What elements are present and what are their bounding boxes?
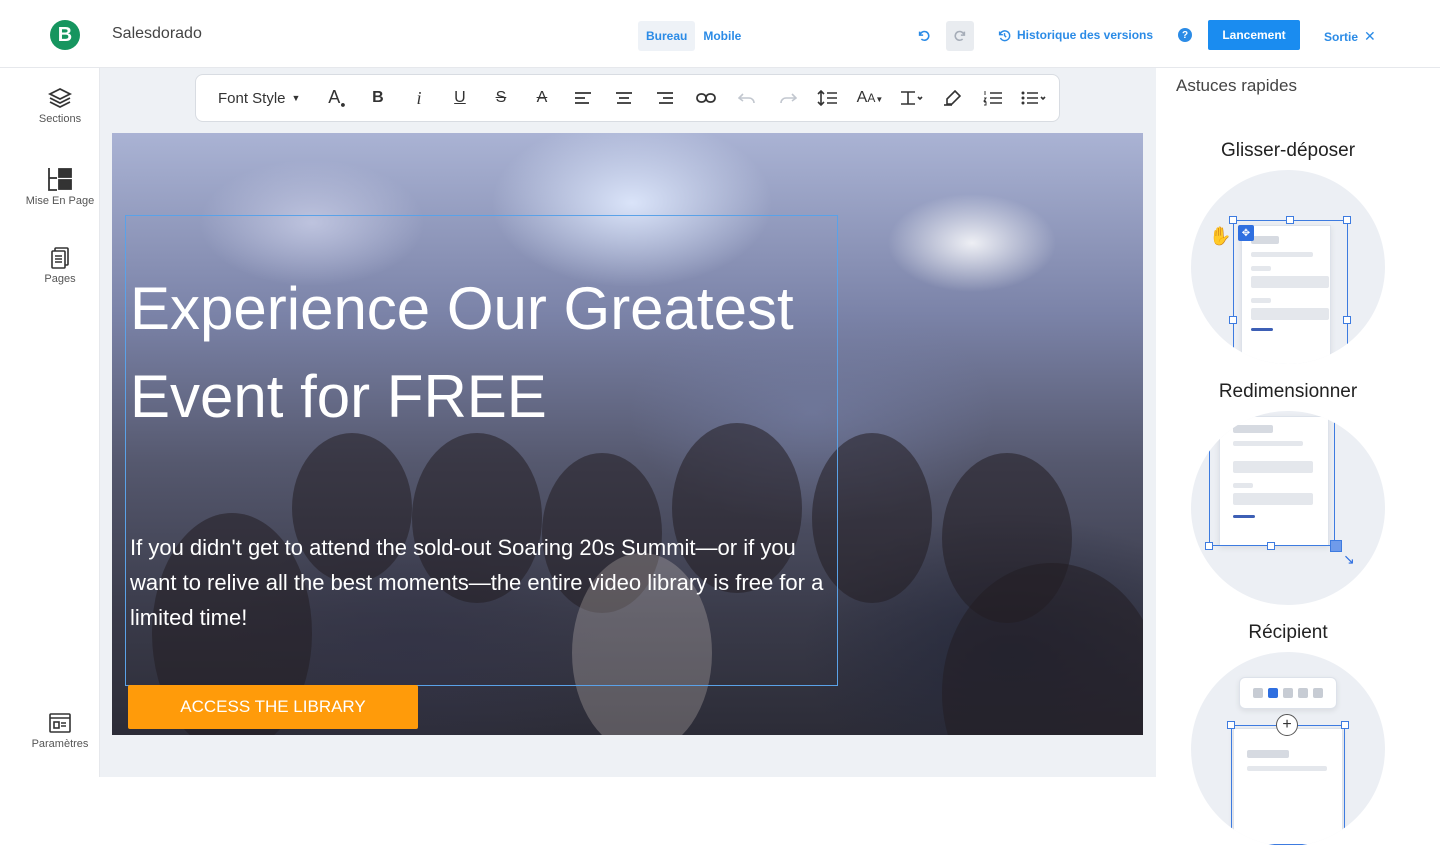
quick-tips-title: Astuces rapides [1176,76,1297,95]
sidebar-item-label: Paramètres [31,738,89,750]
layout-icon [48,168,72,191]
hero-title[interactable]: Experience Our Greatest Event for FREE [130,265,830,441]
font-style-dropdown[interactable]: Font Style ▼ [218,90,300,107]
strikethrough-icon: S [495,89,507,106]
clear-format-button[interactable]: A [521,83,562,113]
undo-button[interactable] [910,21,938,51]
sidebar-item-layout[interactable]: Mise En Page [20,166,100,207]
align-center-icon [615,92,632,104]
align-center-button[interactable] [603,83,644,113]
view-toggle: Bureau Mobile [638,21,749,51]
redo-button[interactable] [946,21,974,51]
top-bar: B Salesdorado Bureau Mobile Historique d… [0,0,1440,68]
text-toolbar: Font Style ▼ A● B i U S A AA▼ [195,74,1060,122]
underline-button[interactable]: U [439,83,480,113]
clear-format-icon: A [536,89,548,106]
sidebar-item-pages[interactable]: Pages [20,246,100,285]
font-style-label: Font Style [218,89,286,107]
line-height-icon [817,90,837,106]
exit-label: Sortie [1324,29,1359,44]
view-desktop-button[interactable]: Bureau [638,21,696,51]
redo-icon [780,93,797,104]
caret-down-icon: ▼ [291,93,301,103]
resize-illustration: ↘ [1191,411,1385,605]
logo-letter: B [57,23,73,46]
resize-arrow-icon: ↘ [1343,551,1355,567]
ordered-list-icon [983,91,1002,106]
font-size-icon: AA▼ [856,89,884,106]
text-color-button[interactable]: A● [316,83,357,113]
view-mobile-button[interactable]: Mobile [695,21,749,51]
bullet-list-icon [1021,91,1046,105]
plus-icon: + [1276,714,1298,736]
quick-tips-panel: Astuces rapides Glisser-déposer ✥ ✋ Redi… [1156,68,1420,846]
version-history-link[interactable]: Historique des versions [998,28,1153,42]
line-height-button[interactable] [808,83,849,113]
close-icon: ✕ [1364,28,1376,44]
app-name: Salesdorado [112,25,202,42]
sidebar-item-label: Sections [38,113,82,125]
sidebar-item-label: Pages [44,273,76,285]
tip-title-drag-drop: Glisser-déposer [1220,140,1356,161]
move-handle-icon: ✥ [1238,225,1254,241]
sidebar-item-settings[interactable]: Paramètres [20,711,100,750]
link-icon [696,93,716,103]
redo-icon [954,30,966,42]
toolbar-redo-button[interactable] [767,83,808,113]
align-left-button[interactable] [562,83,603,113]
layers-icon [48,87,72,109]
underline-icon: U [454,89,466,106]
link-button[interactable] [685,83,726,113]
toolbar-undo-button[interactable] [726,83,767,113]
highlight-button[interactable] [931,83,972,113]
version-history-label: Historique des versions [1017,28,1154,42]
hero-text[interactable]: If you didn't get to attend the sold-out… [130,530,830,635]
access-library-button[interactable]: ACCESS THE LIBRARY [128,685,418,729]
container-illustration: + [1191,652,1385,846]
align-right-button[interactable] [644,83,685,113]
bold-button[interactable]: B [357,83,398,113]
sidebar-item-label: Mise En Page [25,195,95,207]
font-size-button[interactable]: AA▼ [849,83,890,113]
left-sidebar: Sections Mise En Page Pages Paramètres [20,68,100,777]
italic-icon: i [416,87,422,108]
settings-window-icon [49,713,71,733]
history-icon [998,29,1011,41]
strikethrough-button[interactable]: S [480,83,521,113]
tip-title-container: Récipient [1248,622,1328,643]
ordered-list-button[interactable] [972,83,1013,113]
undo-icon [918,30,930,42]
align-right-icon [656,92,673,104]
pages-icon [51,247,69,269]
drag-drop-illustration: ✥ ✋ [1191,170,1385,364]
help-icon[interactable]: ? [1178,28,1192,42]
bullet-list-button[interactable] [1013,83,1054,113]
text-spacing-icon [900,91,923,105]
text-spacing-button[interactable] [890,83,931,113]
align-left-icon [574,92,591,104]
bold-icon: B [372,89,384,106]
app-logo[interactable]: B [50,20,80,50]
exit-button[interactable]: Sortie ✕ [1324,28,1376,45]
sidebar-item-sections[interactable]: Sections [20,86,100,125]
undo-icon [737,93,755,104]
tip-title-resize: Redimensionner [1218,381,1358,402]
highlighter-icon [943,90,961,106]
text-color-icon: A● [328,86,346,110]
hand-cursor-icon: ✋ [1209,226,1232,246]
italic-button[interactable]: i [398,83,439,113]
launch-button[interactable]: Lancement [1208,20,1300,50]
